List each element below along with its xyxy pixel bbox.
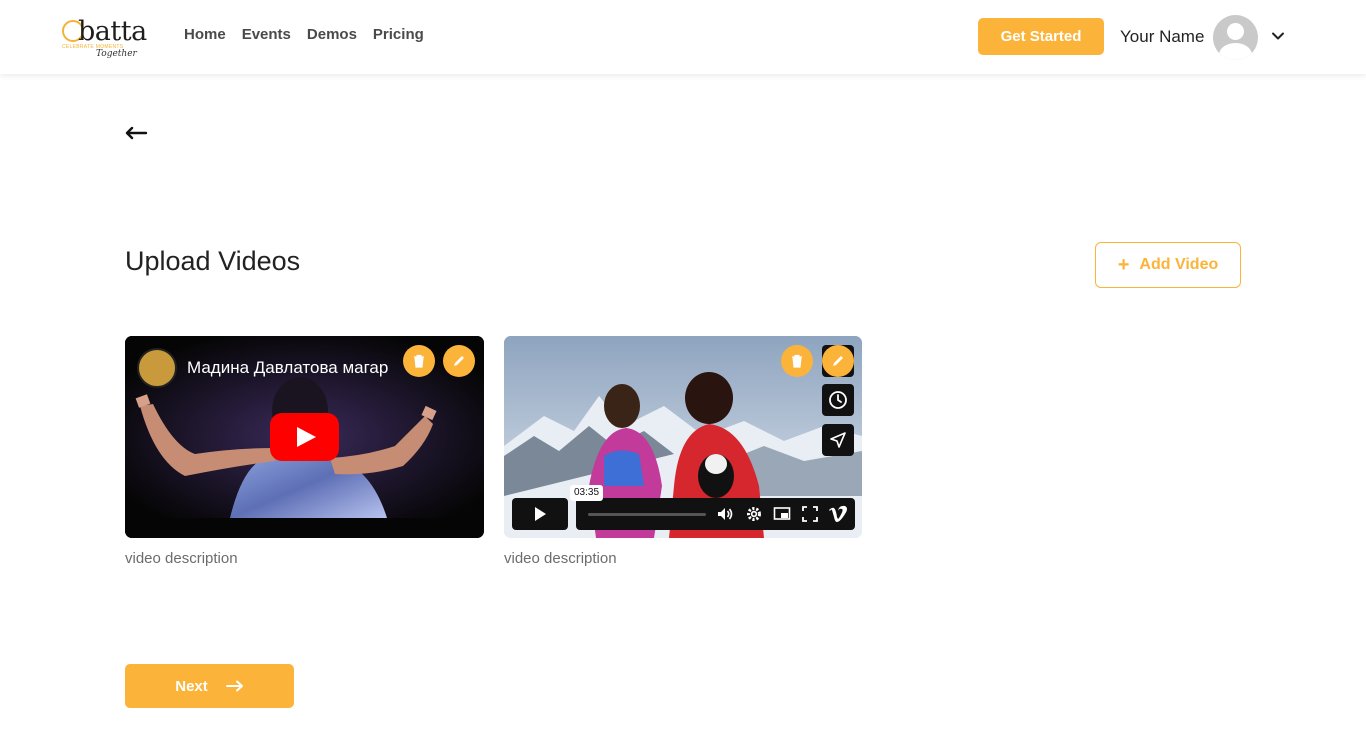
control-bar [576,498,855,530]
nav-demos[interactable]: Demos [307,26,357,43]
share-button[interactable] [822,424,854,456]
nav-pricing[interactable]: Pricing [373,26,424,43]
arrow-right-icon [225,680,243,692]
get-started-button[interactable]: Get Started [978,18,1104,55]
trash-icon [792,354,802,368]
user-name[interactable]: Your Name [1120,27,1204,47]
nav-events[interactable]: Events [242,26,291,43]
pencil-icon [833,356,843,366]
delete-video-button[interactable] [403,345,435,377]
vimeo-logo-icon[interactable] [828,505,848,523]
video-description-1: video description [125,550,238,567]
plus-icon: + [1117,254,1130,276]
progress-bar[interactable] [588,513,706,516]
play-button[interactable] [512,498,568,530]
back-arrow-icon[interactable] [124,123,148,143]
video-card-vimeo[interactable]: 03:35 [504,336,862,538]
fullscreen-icon[interactable] [801,505,819,523]
nav-home[interactable]: Home [184,26,226,43]
top-header: batta CELEBRATE MOMENTS Together Home Ev… [0,0,1366,74]
clock-icon [829,391,847,409]
delete-video-button[interactable] [781,345,813,377]
logo-wordmark: batta [78,16,147,47]
watch-later-button[interactable] [822,384,854,416]
video-timestamp: 03:35 [574,487,600,498]
add-video-label: Add Video [1139,256,1219,273]
avatar-body-icon [1219,43,1252,60]
logo-signature: Together [96,49,137,59]
page-title: Upload Videos [125,246,301,276]
add-video-button[interactable]: + Add Video [1095,242,1241,288]
next-button[interactable]: Next [125,664,294,708]
video-title[interactable]: Мадина Давлатова магар [187,358,388,378]
timestamp-tooltip: 03:35 [570,485,604,501]
chevron-down-icon[interactable] [1270,28,1286,44]
edit-video-button[interactable] [443,345,475,377]
channel-avatar[interactable] [137,348,177,388]
volume-icon[interactable] [716,505,734,523]
video-card-youtube[interactable]: Мадина Давлатова магар [125,336,484,538]
play-icon [535,507,546,521]
settings-gear-icon[interactable] [745,505,763,523]
main-nav: Home Events Demos Pricing [184,26,424,43]
send-icon [830,432,846,448]
pencil-icon [454,356,464,366]
picture-in-picture-icon[interactable] [773,505,791,523]
avatar[interactable] [1213,15,1258,60]
trash-icon [414,354,424,368]
batta-logo[interactable]: batta CELEBRATE MOMENTS Together [62,16,162,64]
next-label: Next [175,677,208,695]
video-description-2: video description [504,550,617,567]
youtube-play-icon[interactable] [270,413,339,461]
edit-video-button[interactable] [822,345,854,377]
avatar-head-icon [1227,23,1244,40]
